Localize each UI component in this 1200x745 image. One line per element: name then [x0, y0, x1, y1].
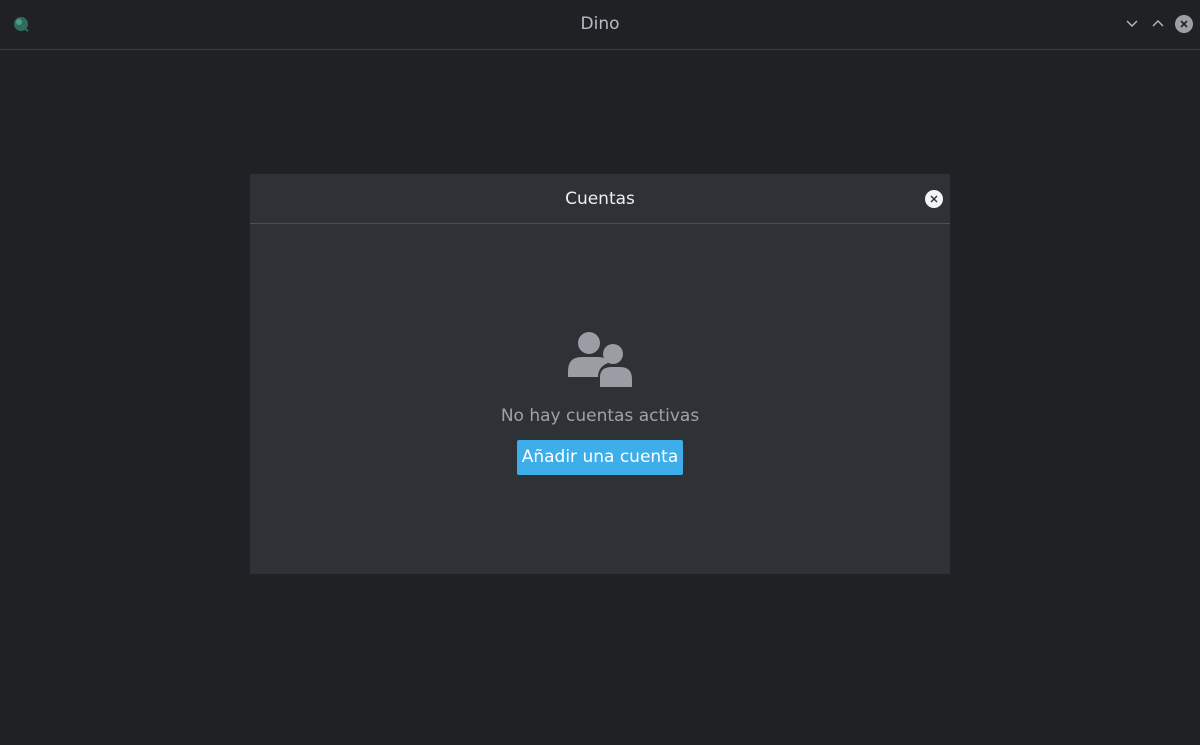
app-window: Dino Cuentas No hay cuentas activas Añad… [0, 0, 1200, 745]
people-icon [568, 332, 632, 387]
dialog-close-button[interactable] [925, 190, 943, 208]
maximize-icon [1152, 20, 1164, 27]
close-icon [930, 195, 938, 203]
close-icon [1175, 15, 1193, 33]
minimize-icon [1126, 20, 1138, 27]
minimize-button[interactable] [1123, 15, 1141, 33]
add-account-button[interactable]: Añadir una cuenta [517, 440, 683, 475]
empty-state-message: No hay cuentas activas [500, 406, 700, 426]
dialog-header: Cuentas [250, 174, 950, 224]
maximize-button[interactable] [1149, 15, 1167, 33]
accounts-dialog: Cuentas No hay cuentas activas Añadir un… [250, 174, 950, 574]
window-close-button[interactable] [1175, 15, 1193, 33]
title-bar: Dino [0, 0, 1200, 50]
window-title: Dino [580, 14, 620, 34]
dialog-title: Cuentas [565, 189, 635, 209]
